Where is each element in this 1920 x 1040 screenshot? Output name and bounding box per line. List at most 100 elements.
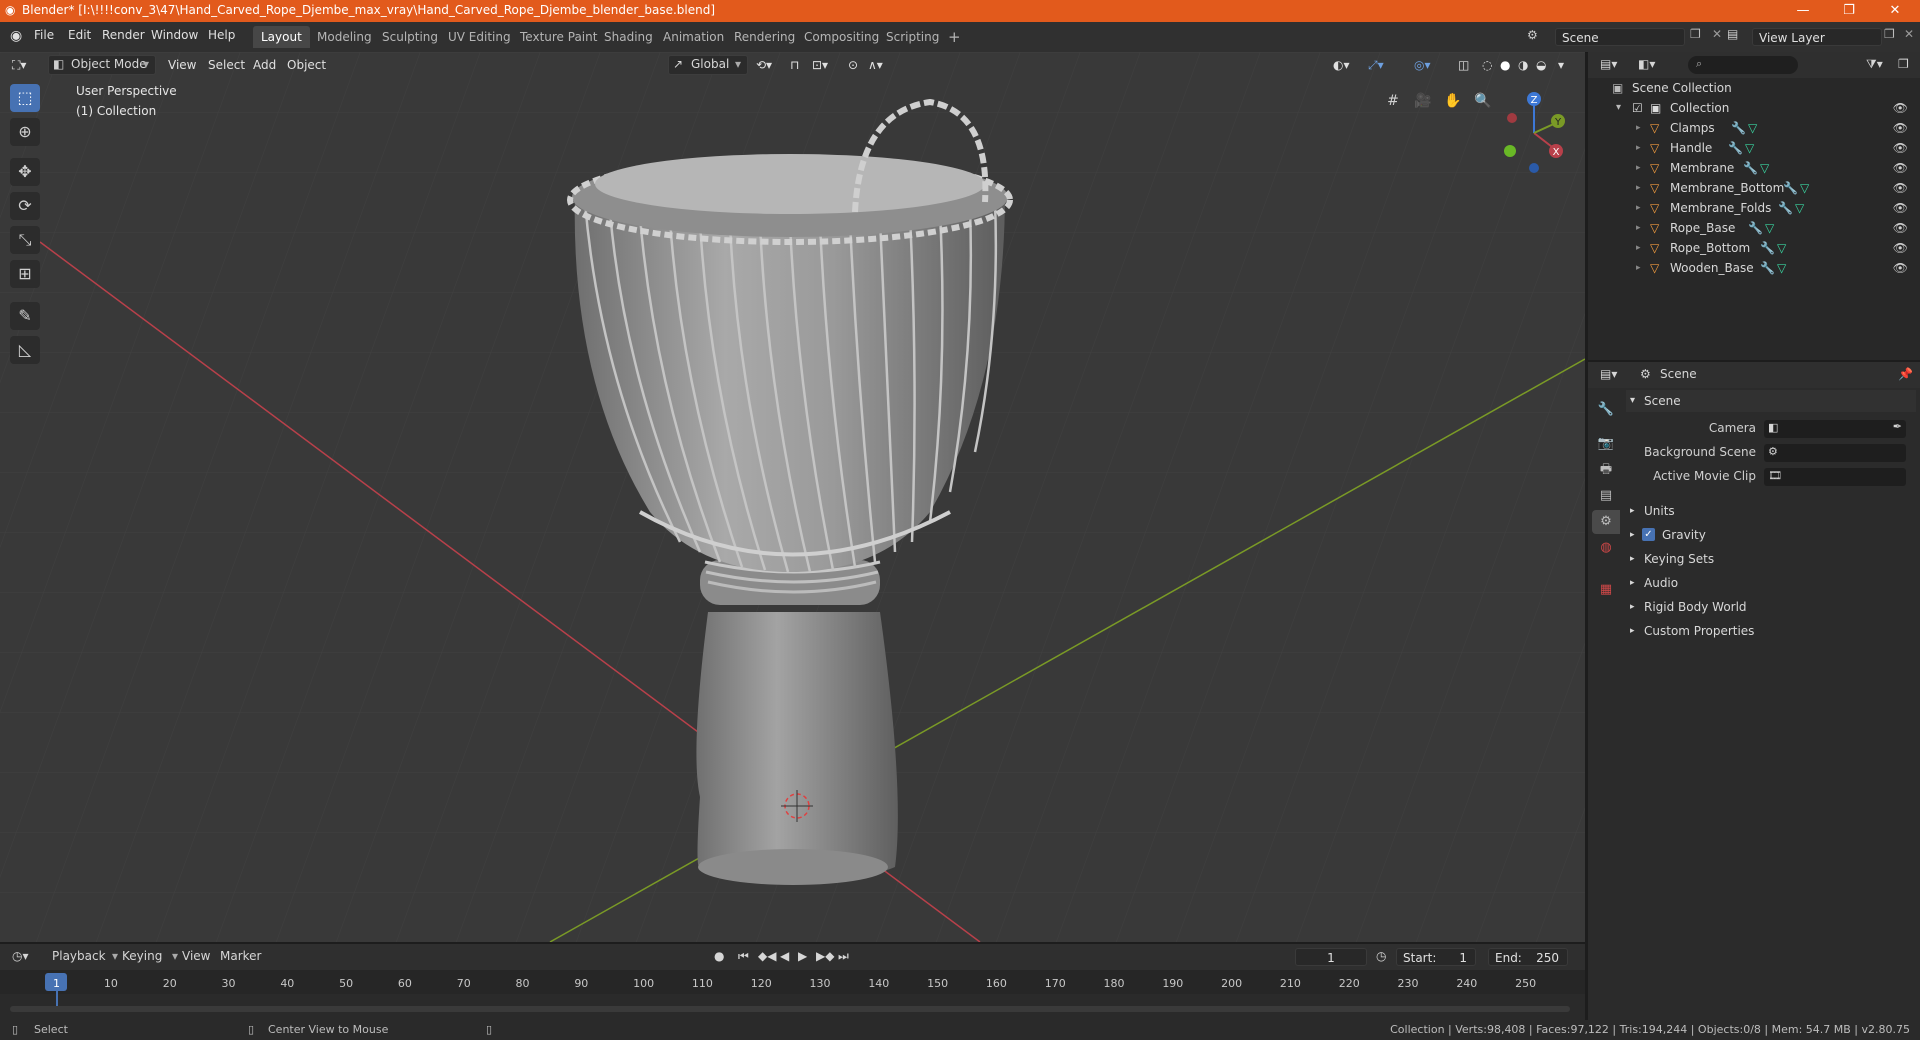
- menu-select[interactable]: Select: [208, 56, 245, 74]
- menu-file[interactable]: File: [34, 28, 54, 42]
- menu-window[interactable]: Window: [151, 28, 198, 42]
- falloff-icon[interactable]: ∧▾: [868, 56, 883, 74]
- expand-icon[interactable]: ▸: [1636, 158, 1641, 178]
- delete-view-layer-icon[interactable]: ✕: [1904, 27, 1914, 41]
- menu-view[interactable]: View: [168, 56, 196, 74]
- navigation-gizmo[interactable]: Z X Y: [1494, 88, 1574, 178]
- move-tool[interactable]: ✥: [10, 158, 40, 186]
- texture-tab-icon[interactable]: ▦: [1592, 578, 1620, 602]
- tab-layout[interactable]: Layout: [253, 26, 310, 48]
- tab-compositing[interactable]: Compositing: [796, 26, 887, 48]
- new-view-layer-icon[interactable]: ❐: [1884, 27, 1895, 41]
- expand-icon[interactable]: ▸: [1636, 118, 1641, 138]
- view-layer-field[interactable]: View Layer: [1752, 28, 1882, 46]
- view-layer-icon[interactable]: ▤: [1727, 27, 1738, 41]
- wireframe-shading-icon[interactable]: ◌: [1482, 56, 1492, 74]
- expand-icon[interactable]: ▸: [1636, 198, 1641, 218]
- annotate-tool[interactable]: ✎: [10, 302, 40, 330]
- minimize-button[interactable]: —: [1780, 0, 1826, 22]
- mode-dropdown[interactable]: ◧ Object Mode ▾: [48, 55, 156, 75]
- rigid-body-world-panel-header[interactable]: ▸ Rigid Body World: [1626, 596, 1916, 618]
- cursor-tool[interactable]: ⊕: [10, 118, 40, 146]
- menu-add[interactable]: Add: [253, 56, 276, 74]
- scene-tab-icon[interactable]: ⚙: [1592, 510, 1620, 534]
- expand-icon[interactable]: ▸: [1636, 238, 1641, 258]
- menu-help[interactable]: Help: [208, 28, 235, 42]
- solid-shading-icon[interactable]: ●: [1500, 56, 1510, 74]
- toggle-grid-icon[interactable]: #: [1380, 88, 1406, 114]
- outliner-object-row[interactable]: ▸ ▽ Clamps 🔧 ▽ 👁: [1588, 118, 1920, 138]
- outliner-collection-row[interactable]: ▾ ☑ ▣ Collection 👁: [1588, 98, 1920, 118]
- gravity-checkbox[interactable]: ✓: [1642, 528, 1655, 541]
- new-collection-icon[interactable]: ❐: [1898, 57, 1909, 71]
- expand-icon[interactable]: ▾: [1616, 98, 1621, 118]
- visibility-icon[interactable]: ◐▾: [1333, 56, 1350, 74]
- editor-type-icon[interactable]: ⛶▾: [12, 56, 26, 74]
- expand-icon[interactable]: ▸: [1636, 218, 1641, 238]
- camera-field[interactable]: ◧ ✒: [1764, 420, 1906, 438]
- select-box-tool[interactable]: ⬚: [10, 84, 40, 112]
- outliner-object-row[interactable]: ▸ ▽ Rope_Bottom 🔧 ▽ 👁: [1588, 238, 1920, 258]
- timeline-editor[interactable]: ◷▾ Playback ▾ Keying ▾ View Marker ● ⏮ ◆…: [0, 944, 1585, 1020]
- expand-icon[interactable]: ▸: [1636, 138, 1641, 158]
- eye-icon[interactable]: 👁: [1893, 198, 1908, 218]
- zoom-icon[interactable]: 🔍: [1470, 88, 1496, 114]
- render-tab-icon[interactable]: 📷: [1592, 432, 1620, 456]
- maximize-button[interactable]: ❐: [1826, 0, 1872, 22]
- eye-icon[interactable]: 👁: [1893, 118, 1908, 138]
- tab-rendering[interactable]: Rendering: [726, 26, 803, 48]
- filter-icon[interactable]: ⧩▾: [1866, 57, 1883, 72]
- close-button[interactable]: ✕: [1872, 0, 1918, 22]
- keying-sets-panel-header[interactable]: ▸ Keying Sets: [1626, 548, 1916, 570]
- eye-icon[interactable]: 👁: [1893, 158, 1908, 178]
- measure-tool[interactable]: ◺: [10, 336, 40, 364]
- xray-toggle-icon[interactable]: ◫: [1458, 56, 1469, 74]
- menu-object[interactable]: Object: [287, 56, 326, 74]
- display-mode-icon[interactable]: ◧▾: [1638, 57, 1655, 71]
- shading-options-icon[interactable]: ▾: [1558, 56, 1564, 74]
- tab-animation[interactable]: Animation: [655, 26, 732, 48]
- proportional-edit-icon[interactable]: ⊙: [848, 56, 858, 74]
- outliner-object-row[interactable]: ▸ ▽ Membrane 🔧 ▽ 👁: [1588, 158, 1920, 178]
- tool-tab-icon[interactable]: 🔧: [1592, 398, 1620, 422]
- add-workspace-button[interactable]: +: [940, 26, 969, 48]
- transform-tool[interactable]: ⊞: [10, 260, 40, 288]
- delete-scene-icon[interactable]: ✕: [1712, 27, 1722, 41]
- outliner-object-row[interactable]: ▸ ▽ Membrane_Folds 🔧 ▽ 👁: [1588, 198, 1920, 218]
- gizmo-toggle-icon[interactable]: ⤢▾: [1368, 56, 1384, 74]
- outliner-root-row[interactable]: ▣ Scene Collection: [1588, 78, 1920, 98]
- new-scene-icon[interactable]: ❐: [1690, 27, 1701, 41]
- tab-modeling[interactable]: Modeling: [309, 26, 380, 48]
- output-tab-icon[interactable]: 🖶: [1592, 458, 1620, 482]
- menu-render[interactable]: Render: [102, 28, 145, 42]
- snap-target-icon[interactable]: ⊡▾: [812, 56, 828, 74]
- outliner-search-input[interactable]: ⌕: [1688, 56, 1798, 74]
- tab-uv-editing[interactable]: UV Editing: [440, 26, 519, 48]
- camera-view-icon[interactable]: 🎥: [1410, 88, 1436, 114]
- 3d-viewport[interactable]: ⛶▾ ◧ Object Mode ▾ View Select Add Objec…: [0, 52, 1585, 942]
- eye-icon[interactable]: 👁: [1893, 178, 1908, 198]
- gravity-panel-header[interactable]: ▸ ✓ Gravity: [1626, 524, 1916, 546]
- rotate-tool[interactable]: ⟳: [10, 192, 40, 220]
- pivot-point-icon[interactable]: ⟲▾: [756, 56, 772, 74]
- tab-shading[interactable]: Shading: [596, 26, 661, 48]
- view-layer-tab-icon[interactable]: ▤: [1592, 484, 1620, 508]
- eye-icon[interactable]: 👁: [1893, 238, 1908, 258]
- audio-panel-header[interactable]: ▸ Audio: [1626, 572, 1916, 594]
- blender-menu-icon[interactable]: ◉: [10, 28, 22, 44]
- menu-edit[interactable]: Edit: [68, 28, 91, 42]
- expand-icon[interactable]: ▸: [1636, 258, 1641, 278]
- snap-icon[interactable]: ⊓: [790, 56, 799, 74]
- material-shading-icon[interactable]: ◑: [1518, 56, 1528, 74]
- units-panel-header[interactable]: ▸ Units: [1626, 500, 1916, 522]
- world-tab-icon[interactable]: ◍: [1592, 536, 1620, 560]
- outliner-object-row[interactable]: ▸ ▽ Wooden_Base 🔧 ▽ 👁: [1588, 258, 1920, 278]
- scene-name-field[interactable]: Scene: [1555, 28, 1685, 46]
- eye-icon[interactable]: 👁: [1893, 258, 1908, 278]
- editor-type-icon[interactable]: ▤▾: [1600, 367, 1617, 381]
- transform-orientation-dropdown[interactable]: ↗ Global ▾: [668, 55, 748, 75]
- background-scene-field[interactable]: ⚙: [1764, 444, 1906, 462]
- outliner-object-row[interactable]: ▸ ▽ Handle 🔧 ▽ 👁: [1588, 138, 1920, 158]
- rendered-shading-icon[interactable]: ◒: [1536, 56, 1546, 74]
- eyedropper-icon[interactable]: ✒: [1893, 420, 1902, 433]
